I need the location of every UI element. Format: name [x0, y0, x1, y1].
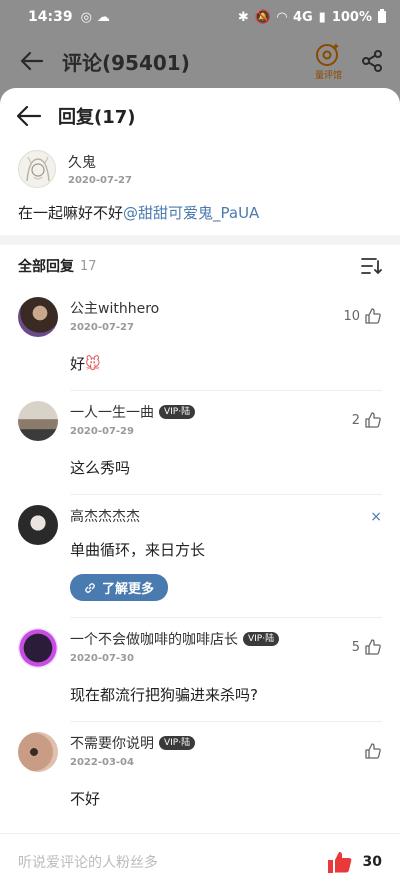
arrow-left-icon — [20, 51, 44, 71]
sheet-header: 回复(17) — [0, 88, 400, 144]
wifi-icon: ◠ — [276, 9, 287, 25]
mouse-face-emoji-icon: 🐭 — [85, 355, 101, 373]
sort-icon[interactable] — [360, 256, 382, 276]
all-replies-count: 17 — [80, 258, 97, 274]
thumbs-up-icon — [365, 308, 381, 324]
root-date: 2020-07-27 — [68, 175, 132, 186]
status-time: 14:39 — [28, 9, 73, 25]
reply-date: 2020-07-27 — [70, 322, 134, 333]
netease-icon: ◎ — [80, 9, 92, 25]
list-item: 不需要你说明 VIP·陆 2022-03-04 不好 — [0, 722, 400, 825]
close-icon[interactable]: × — [370, 509, 382, 525]
avatar[interactable] — [18, 628, 58, 668]
reply-text: 现在都流行把狗骗进来杀吗? — [70, 686, 258, 704]
thumbs-up-icon — [365, 639, 381, 655]
page-title: 评论(95401) — [62, 50, 190, 75]
avatar[interactable] — [18, 150, 56, 188]
mute-icon: 🔕 — [254, 9, 271, 25]
like-count: 5 — [351, 639, 360, 655]
share-icon[interactable] — [360, 49, 384, 73]
vinyl-icon — [316, 43, 340, 66]
thumbs-up-icon — [365, 412, 381, 428]
bluetooth-icon: ✱ — [237, 9, 249, 25]
avatar[interactable] — [18, 505, 58, 545]
avatar[interactable] — [18, 732, 58, 772]
reply-nickname[interactable]: 公主withhero — [70, 298, 159, 318]
like-button[interactable]: 30 — [327, 850, 382, 874]
vip-badge: VIP·陆 — [159, 405, 196, 419]
reply-text: 好🐭 — [70, 353, 382, 374]
avatar[interactable] — [18, 297, 58, 337]
reply-sheet: 回复(17) 久鬼 2020-07-27 在一起嘛好不好@甜甜可爱鬼_PaUA … — [0, 88, 400, 889]
like-count: 10 — [343, 308, 360, 324]
like-count: 2 — [351, 412, 360, 428]
like-button[interactable] — [360, 742, 382, 760]
learn-more-label: 了解更多 — [102, 582, 155, 597]
network-label: 4G — [292, 9, 313, 25]
reply-date: 2020-07-30 — [70, 653, 134, 664]
sheet-title: 回复(17) — [58, 107, 136, 128]
quanpingguan-button[interactable]: 量评馆 — [315, 41, 342, 81]
vip-badge: VIP·陆 — [159, 736, 196, 750]
top-bar: 评论(95401) 量评馆 — [0, 34, 400, 88]
like-button[interactable]: 5 — [352, 638, 382, 656]
vip-badge: VIP·陆 — [243, 632, 280, 646]
reply-nickname[interactable]: 不需要你说明 — [70, 733, 154, 753]
list-item: 一个不会做咖啡的咖啡店长 VIP·陆 2020-07-30 现在都流行把狗骗进来… — [0, 618, 400, 722]
reply-text: 不好 — [70, 790, 101, 808]
root-nickname[interactable]: 久鬼 — [68, 152, 132, 172]
battery-percent: 100% — [331, 9, 372, 25]
link-icon — [85, 582, 95, 593]
reply-nickname[interactable]: 一个不会做咖啡的咖啡店长 — [70, 629, 238, 649]
battery-icon — [378, 9, 386, 23]
root-comment-body: 在一起嘛好不好 — [18, 204, 124, 222]
avatar[interactable] — [18, 401, 58, 441]
thumbs-up-icon — [365, 743, 381, 759]
reply-nickname[interactable]: 一人一生一曲 — [70, 402, 154, 422]
ad-item: 高杰杰杰杰 单曲循环，来日方长 了解更多 × — [0, 495, 400, 618]
section-divider — [0, 235, 400, 245]
list-item: 一人一生一曲 VIP·陆 2020-07-29 这么秀吗 2 — [0, 391, 400, 495]
all-replies-label: 全部回复 — [18, 259, 74, 275]
reply-date: 2020-07-29 — [70, 426, 134, 437]
quanpingguan-label: 量评馆 — [314, 71, 342, 81]
cloud-icon: ☁ — [96, 9, 110, 25]
mention-link[interactable]: @甜甜可爱鬼_PaUA — [123, 204, 259, 222]
like-button[interactable]: 10 — [343, 307, 382, 325]
comment-input-bar: 听说爱评论的人粉丝多 30 — [0, 833, 400, 889]
like-count: 30 — [362, 853, 382, 870]
learn-more-button[interactable]: 了解更多 — [70, 574, 169, 601]
anime-girl-avatar-icon — [26, 156, 50, 182]
comment-input[interactable]: 听说爱评论的人粉丝多 — [18, 852, 327, 872]
root-comment: 久鬼 2020-07-27 在一起嘛好不好@甜甜可爱鬼_PaUA — [0, 144, 400, 235]
reply-text-body: 好 — [70, 355, 86, 373]
arrow-left-icon[interactable] — [16, 105, 42, 127]
root-comment-text: 在一起嘛好不好@甜甜可爱鬼_PaUA — [18, 202, 382, 223]
reply-text: 这么秀吗 — [70, 459, 131, 477]
all-replies-header: 全部回复 17 — [0, 245, 400, 287]
reply-date: 2022-03-04 — [70, 757, 134, 768]
thumbs-up-filled-icon — [327, 851, 351, 873]
ad-nickname[interactable]: 高杰杰杰杰 — [70, 506, 140, 526]
signal-icon: ▮ — [318, 9, 326, 25]
status-bar: 14:39 ◎ ☁ ✱ 🔕 ◠ 4G ▮ 100% — [0, 0, 400, 34]
ad-text: 单曲循环，来日方长 — [70, 541, 206, 559]
list-item: 公主withhero 2020-07-27 好🐭 10 — [0, 287, 400, 391]
like-button[interactable]: 2 — [352, 411, 382, 429]
back-button[interactable] — [16, 45, 48, 77]
